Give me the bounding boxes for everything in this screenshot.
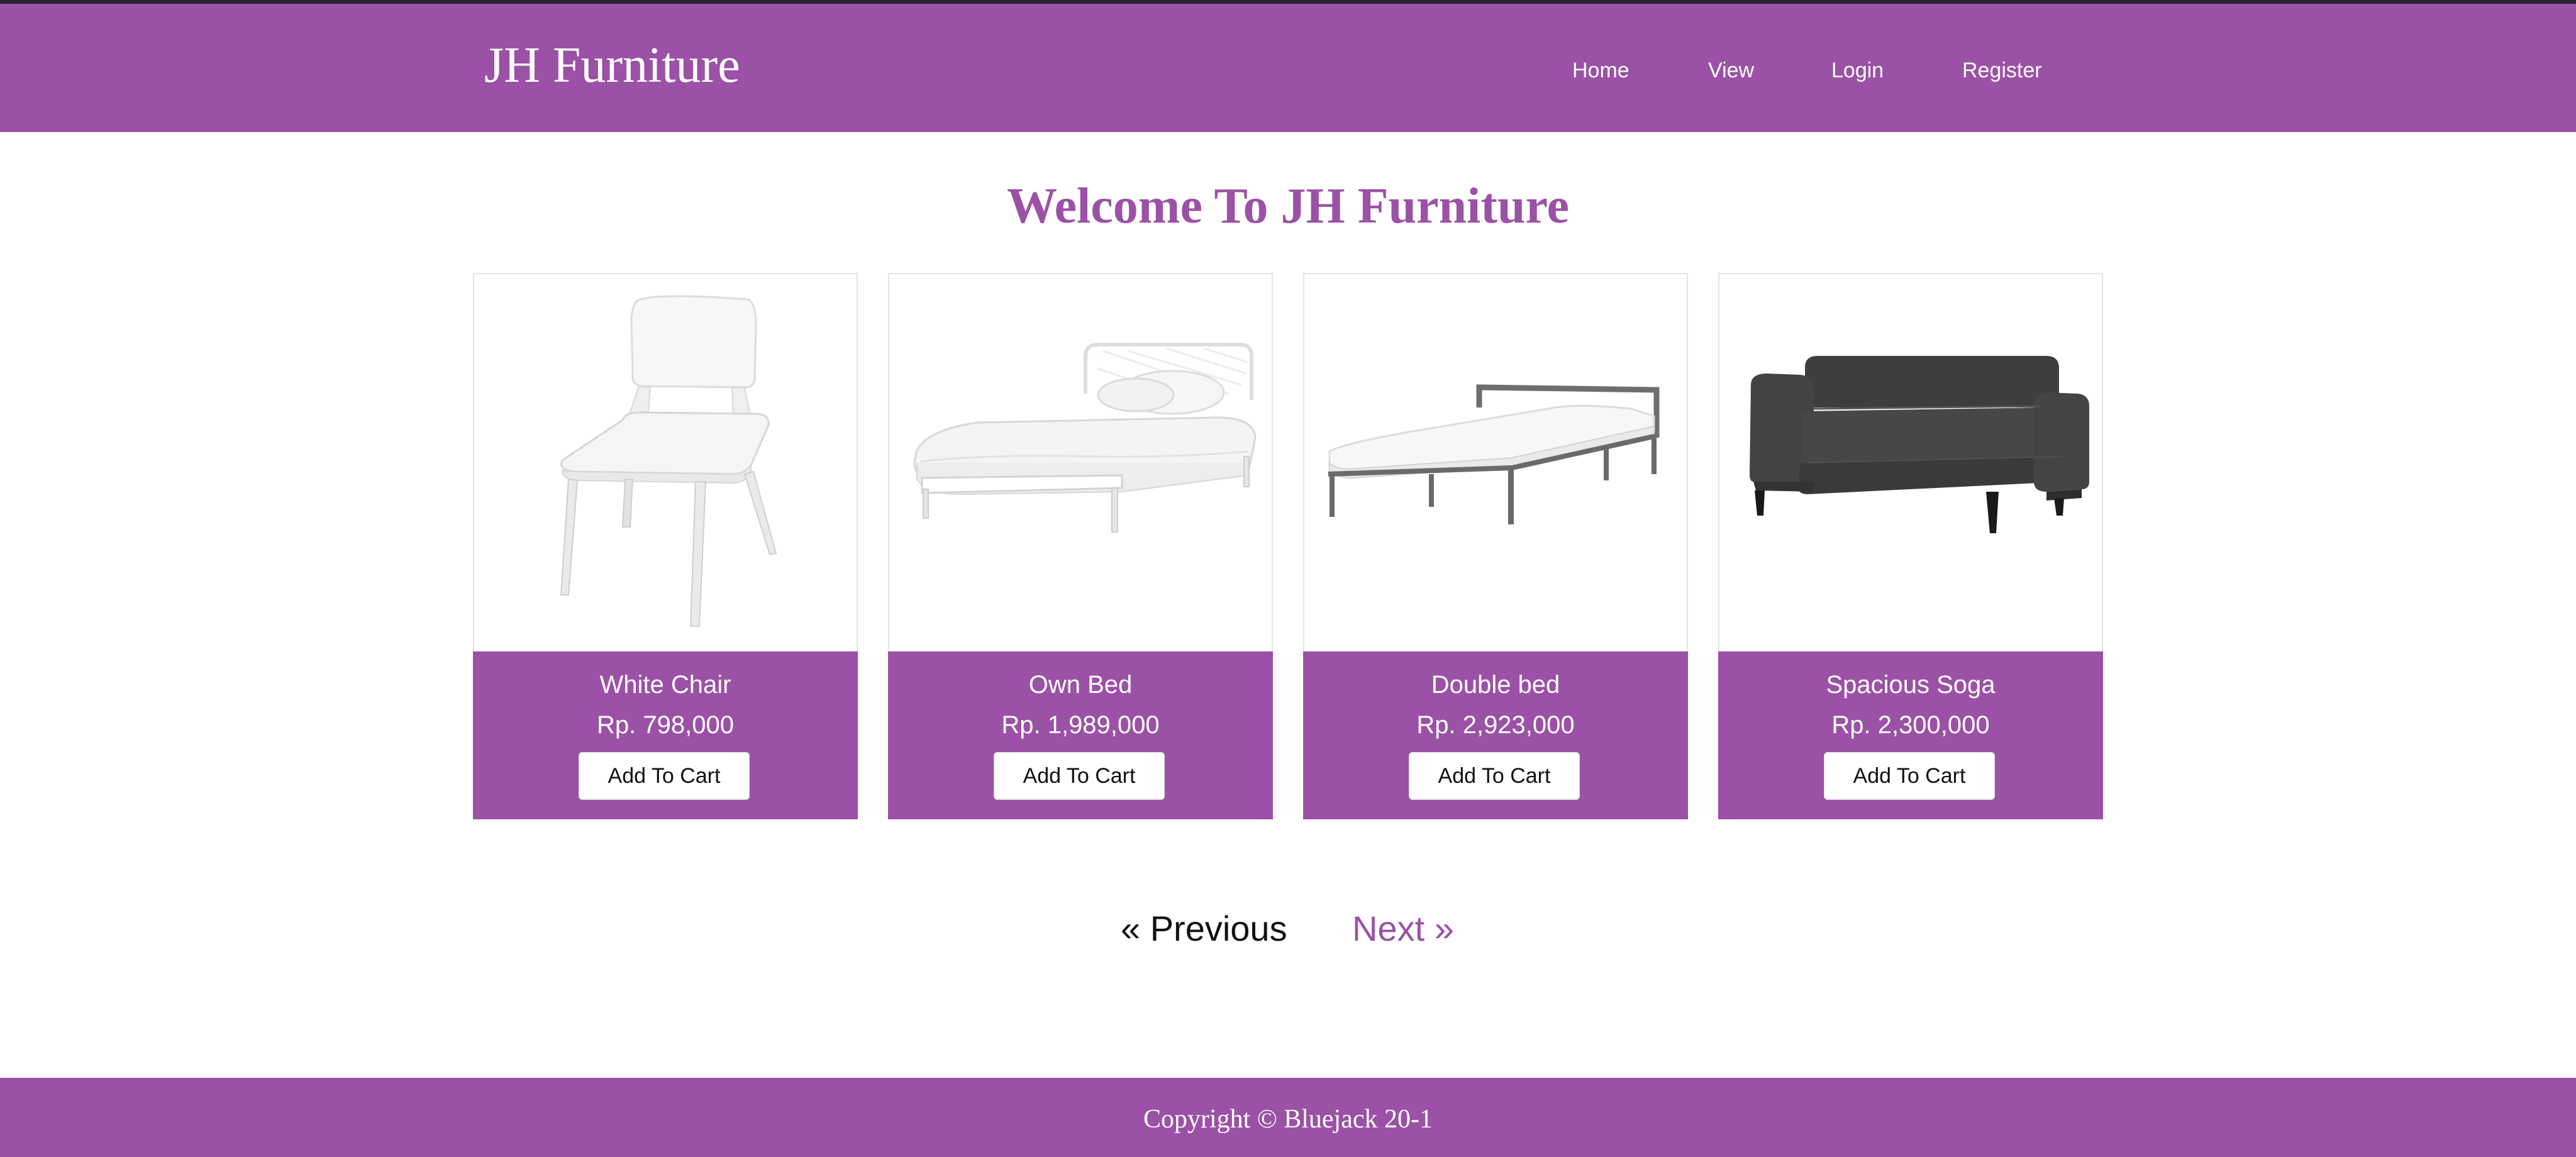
add-to-cart-button[interactable]: Add To Cart <box>1409 752 1580 800</box>
product-name: White Chair <box>599 671 731 699</box>
page-title: Welcome To JH Furniture <box>1006 179 1570 234</box>
product-image-dark-gray-sofa <box>1719 274 2102 651</box>
product-name: Double bed <box>1431 671 1560 699</box>
product-price: Rp. 2,300,000 <box>1831 711 1990 739</box>
nav-register-link[interactable]: Register <box>1962 57 2042 84</box>
nav-view-link[interactable]: View <box>1708 57 1754 84</box>
add-to-cart-button[interactable]: Add To Cart <box>994 752 1165 800</box>
copyright-text: Copyright © Bluejack 20-1 <box>1143 1105 1433 1134</box>
product-info: White Chair Rp. 798,000 Add To Cart <box>473 651 858 819</box>
add-to-cart-button[interactable]: Add To Cart <box>579 752 750 800</box>
product-card: Spacious Soga Rp. 2,300,000 Add To Cart <box>1718 273 2103 819</box>
product-info: Own Bed Rp. 1,989,000 Add To Cart <box>888 651 1273 819</box>
nav-home-link[interactable]: Home <box>1572 57 1629 84</box>
product-info: Spacious Soga Rp. 2,300,000 Add To Cart <box>1718 651 2103 819</box>
navbar: JH Furniture Home View Login Register <box>0 4 2576 132</box>
next-page-link[interactable]: Next » <box>1352 907 1454 951</box>
product-card: Own Bed Rp. 1,989,000 Add To Cart <box>888 273 1273 819</box>
brand-title[interactable]: JH Furniture <box>484 34 740 97</box>
previous-page-link[interactable]: « Previous <box>1121 907 1287 951</box>
product-price: Rp. 2,923,000 <box>1416 711 1575 739</box>
product-info: Double bed Rp. 2,923,000 Add To Cart <box>1303 651 1688 819</box>
footer: Copyright © Bluejack 20-1 <box>0 1078 2576 1157</box>
product-card: White Chair Rp. 798,000 Add To Cart <box>473 273 858 819</box>
nav-login-link[interactable]: Login <box>1831 57 1884 84</box>
product-name: Own Bed <box>1028 671 1133 699</box>
product-name: Spacious Soga <box>1826 671 1996 699</box>
product-price: Rp. 1,989,000 <box>1001 711 1160 739</box>
product-image-double-bed-frame <box>1304 274 1687 651</box>
product-card: Double bed Rp. 2,923,000 Add To Cart <box>1303 273 1688 819</box>
product-price: Rp. 798,000 <box>597 711 734 739</box>
product-image-white-bed <box>889 274 1272 651</box>
product-image-white-chair <box>474 274 857 651</box>
add-to-cart-button[interactable]: Add To Cart <box>1824 752 1995 800</box>
